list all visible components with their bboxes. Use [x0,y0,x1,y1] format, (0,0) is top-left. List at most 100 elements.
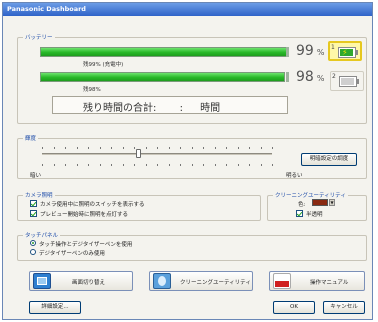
slider-tick [65,164,66,166]
screen-switch-label: 画面切り替え [72,280,106,286]
manual-button[interactable]: 操作マニュアル [269,271,365,291]
slider-tick [272,147,273,149]
slider-tick [226,164,227,166]
slider-tick [260,147,262,149]
slider-tick [111,164,112,166]
slider-tick [145,164,147,166]
slider-tick [260,164,262,166]
touch-and-pen-radio[interactable] [30,240,36,246]
battery-2-status: 残98% [83,87,101,93]
brightness-group-label: 輝度 [23,134,39,142]
battery-2-percent-value: 98 [296,69,314,85]
screen-switch-icon [33,273,51,289]
cleaning-utility-group: クリーニングユーティリティ 色: ▼ 半透明 [267,191,367,221]
battery-2-percent: 98% [296,69,324,85]
preview-light-checkbox[interactable] [30,210,37,217]
slider-tick [237,147,239,149]
details-button[interactable]: 詳細設定... [29,301,81,314]
battery-2-percent-sign: % [316,74,325,83]
total-remaining-unit: 時間 [200,103,221,114]
battery-icon[interactable]: 2 [330,71,364,91]
slider-tick [88,164,89,166]
total-remaining-box: 残り時間の合計: : 時間 [52,96,288,114]
slider-tick [214,164,216,166]
slider-tick [99,164,101,166]
slider-tick [122,164,124,166]
slider-tick [111,147,112,149]
brightness-low-label: 暗い [30,173,42,179]
total-remaining-label: 残り時間の合計: [83,103,157,114]
brightness-settings-button[interactable]: 明暗設定の調度 [301,153,357,166]
cleaning-group-label: クリーニングユーティリティ [273,191,348,199]
slider-tick [134,164,135,166]
camera-group-label: カメラ照明 [23,191,55,199]
slider-tick [157,164,158,166]
slider-tick [203,147,204,149]
dashboard-window: Panasonic Dashboard バッテリー 残99% (充電中) 99%… [2,2,373,320]
battery-bar-2-end [286,72,289,82]
pen-only-label: デジタイザーペンのみ使用 [39,251,105,257]
manual-label: 操作マニュアル [310,280,349,286]
slider-tick [42,147,43,149]
battery-group: バッテリー 残99% (充電中) 99% 1 ⚡ 残98% 98% 2 残り時間… [17,33,367,124]
color-select[interactable] [312,199,328,206]
slider-ticks-bottom [42,160,273,170]
slider-tick [88,147,89,149]
brightness-slider-thumb[interactable] [135,149,141,158]
pdf-manual-icon [273,273,291,289]
camera-lighting-group: カメラ照明 カメラ使用中に照明のスイッチを表示する プレビュー開始時に照明を点灯… [17,191,261,221]
slider-tick [76,147,78,149]
slider-tick [191,164,193,166]
color-label: 色: [298,202,306,208]
battery-bar-1 [40,47,288,57]
slider-tick [168,147,170,149]
slider-tick [203,164,204,166]
battery-group-label: バッテリー [23,33,55,41]
chevron-down-icon[interactable]: ▼ [329,199,335,206]
battery-2-icon-number: 2 [332,73,336,80]
slider-tick [272,164,273,166]
ok-button[interactable]: OK [273,301,315,314]
brightness-slider-track[interactable] [42,153,272,155]
slider-tick [180,164,181,166]
touch-panel-group: タッチパネル タッチ操作とデジタイザーペンを使用 デジタイザーペンのみ使用 [17,231,367,261]
slider-tick [134,147,135,149]
slider-tick [53,164,55,166]
battery-1-percent-sign: % [316,48,325,57]
slider-tick [237,164,239,166]
screen-switch-button[interactable]: 画面切り替え [29,271,133,291]
cancel-button[interactable]: キャンセル [323,301,365,314]
slider-tick [65,147,66,149]
translucent-label: 半透明 [306,212,323,218]
translucent-checkbox[interactable] [296,210,303,217]
battery-1-icon-number: 1 [331,44,335,51]
slider-tick [53,147,55,149]
camera-switch-label: カメラ使用中に照明のスイッチを表示する [40,202,145,208]
slider-ticks-top [42,143,273,153]
slider-tick [157,147,158,149]
cleaning-utility-button[interactable]: クリーニングユーティリティ [149,271,253,291]
slider-tick [249,164,250,166]
slider-tick [191,147,193,149]
brightness-high-label: 明るい [286,173,303,179]
slider-tick [180,147,181,149]
touch-and-pen-label: タッチ操作とデジタイザーペンを使用 [39,242,133,248]
slider-tick [214,147,216,149]
slider-tick [226,147,227,149]
battery-charging-icon[interactable]: 1 ⚡ [328,41,362,61]
battery-1-status: 残99% (充電中) [83,62,124,68]
battery-1-percent: 99% [296,43,324,59]
cleaning-icon [153,273,171,289]
slider-tick [145,147,147,149]
pen-only-radio[interactable] [30,249,36,255]
slider-tick [99,147,101,149]
slider-tick [122,147,124,149]
window-title: Panasonic Dashboard [3,3,372,16]
touch-group-label: タッチパネル [23,231,61,239]
slider-tick [76,164,78,166]
brightness-group: 輝度 暗い 明るい 明暗設定の調度 [17,134,367,179]
slider-tick [168,164,170,166]
slider-tick [249,147,250,149]
camera-switch-checkbox[interactable] [30,200,37,207]
total-remaining-separator: : [179,103,183,114]
